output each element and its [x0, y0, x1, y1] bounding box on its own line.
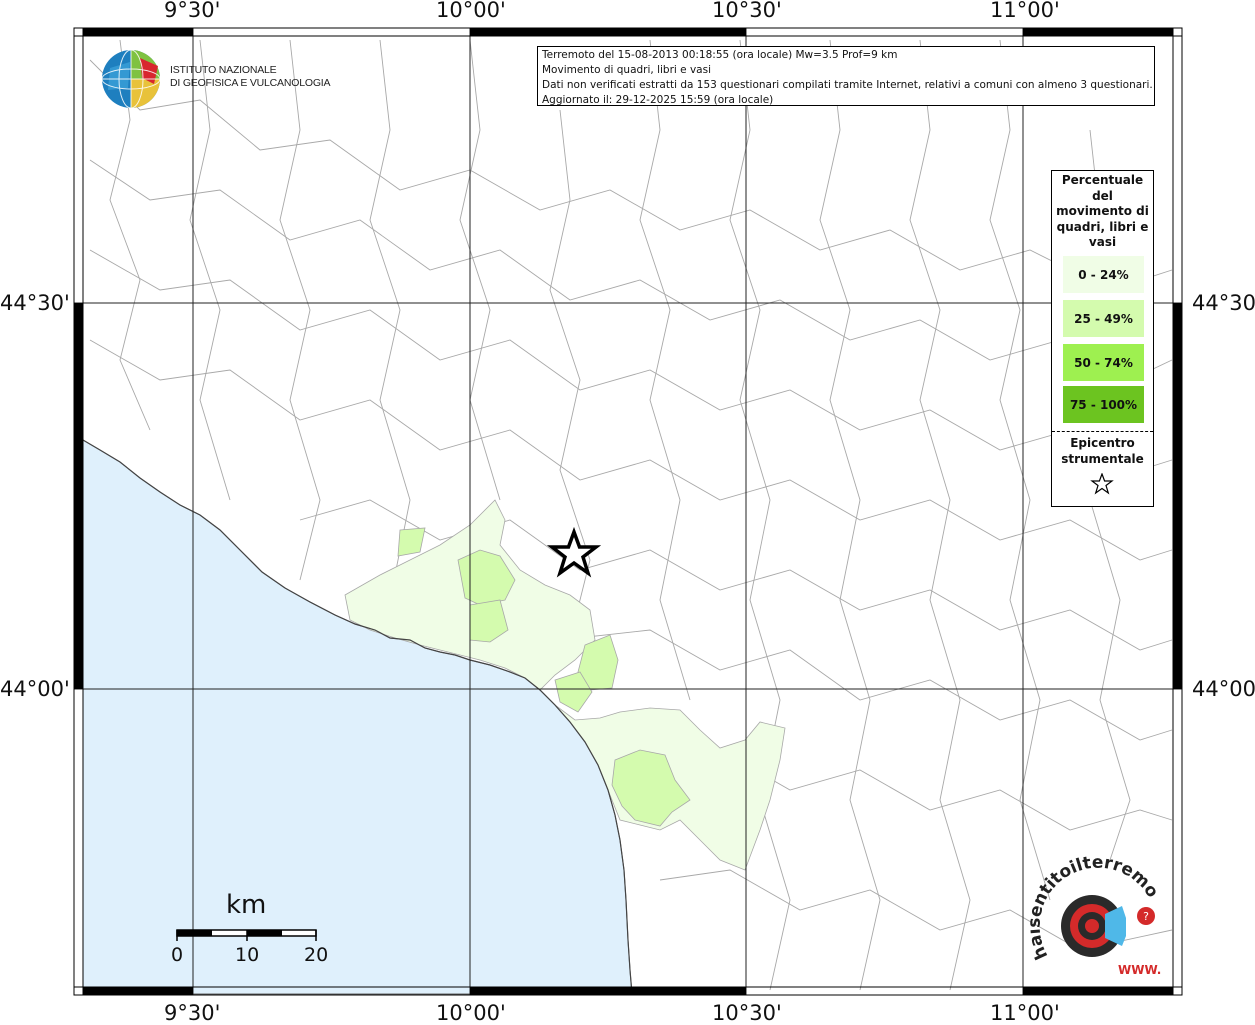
legend: Percentuale del movimento di quadri, lib…	[1051, 170, 1154, 507]
lat-tick-left: 44°30'	[0, 291, 70, 315]
effect-name: Movimento di quadri, libri e vasi	[542, 64, 711, 76]
legend-class-0: 0 - 24%	[1063, 256, 1144, 293]
hsit-logo-url: WWW.	[1118, 963, 1161, 977]
lon-tick-bottom: 10°00'	[436, 1001, 506, 1025]
lon-tick-top: 11°00'	[990, 0, 1060, 22]
legend-class-label: 50 - 74%	[1074, 355, 1133, 370]
legend-divider	[1052, 431, 1153, 432]
legend-class-2: 50 - 74%	[1063, 344, 1144, 381]
scale-unit: km	[226, 890, 267, 920]
lon-tick-top: 10°00'	[436, 0, 506, 22]
update-time: Aggiornato il: 29-12-2025 15:59 (ora loc…	[542, 94, 774, 106]
scale-label: 0	[171, 944, 184, 966]
hsit-logo: ? haisentitoilterremoto.it WWW.	[1030, 856, 1162, 977]
lon-tick-bottom: 9°30'	[164, 1001, 221, 1025]
lon-tick-top: 10°30'	[712, 0, 782, 22]
scale-label: 10	[235, 944, 260, 966]
lon-tick-top: 9°30'	[164, 0, 221, 22]
event-info-box: Terremoto del 15-08-2013 00:18:55 (ora l…	[537, 46, 1155, 106]
ingv-name-line2: DI GEOFISICA E VULCANOLOGIA	[170, 77, 331, 89]
lat-tick-right: 44°30'	[1192, 291, 1255, 315]
event-title: Terremoto del 15-08-2013 00:18:55 (ora l…	[542, 49, 898, 61]
legend-class-3: 75 - 100%	[1063, 386, 1144, 423]
lon-tick-bottom: 10°30'	[712, 1001, 782, 1025]
lon-tick-bottom: 11°00'	[990, 1001, 1060, 1025]
legend-class-1: 25 - 49%	[1063, 300, 1144, 337]
ingv-name-line1: ISTITUTO NAZIONALE	[170, 64, 277, 76]
ingv-globe-logo	[101, 49, 161, 109]
data-note: Dati non verificati estratti da 153 ques…	[542, 79, 1153, 91]
lat-tick-left: 44°00'	[0, 677, 70, 701]
legend-epicenter-label: Epicentro strumentale	[1061, 436, 1144, 466]
legend-title: Percentuale del movimento di quadri, lib…	[1056, 173, 1149, 249]
legend-class-label: 0 - 24%	[1078, 267, 1129, 282]
scale-label: 20	[304, 944, 329, 966]
ingv-name: ISTITUTO NAZIONALE DI GEOFISICA E VULCAN…	[170, 64, 331, 90]
legend-class-label: 25 - 49%	[1074, 311, 1133, 326]
svg-text:?: ?	[1143, 910, 1149, 923]
lat-tick-right: 44°00'	[1192, 677, 1255, 701]
star-icon	[1090, 473, 1114, 495]
legend-class-label: 75 - 100%	[1069, 397, 1138, 412]
